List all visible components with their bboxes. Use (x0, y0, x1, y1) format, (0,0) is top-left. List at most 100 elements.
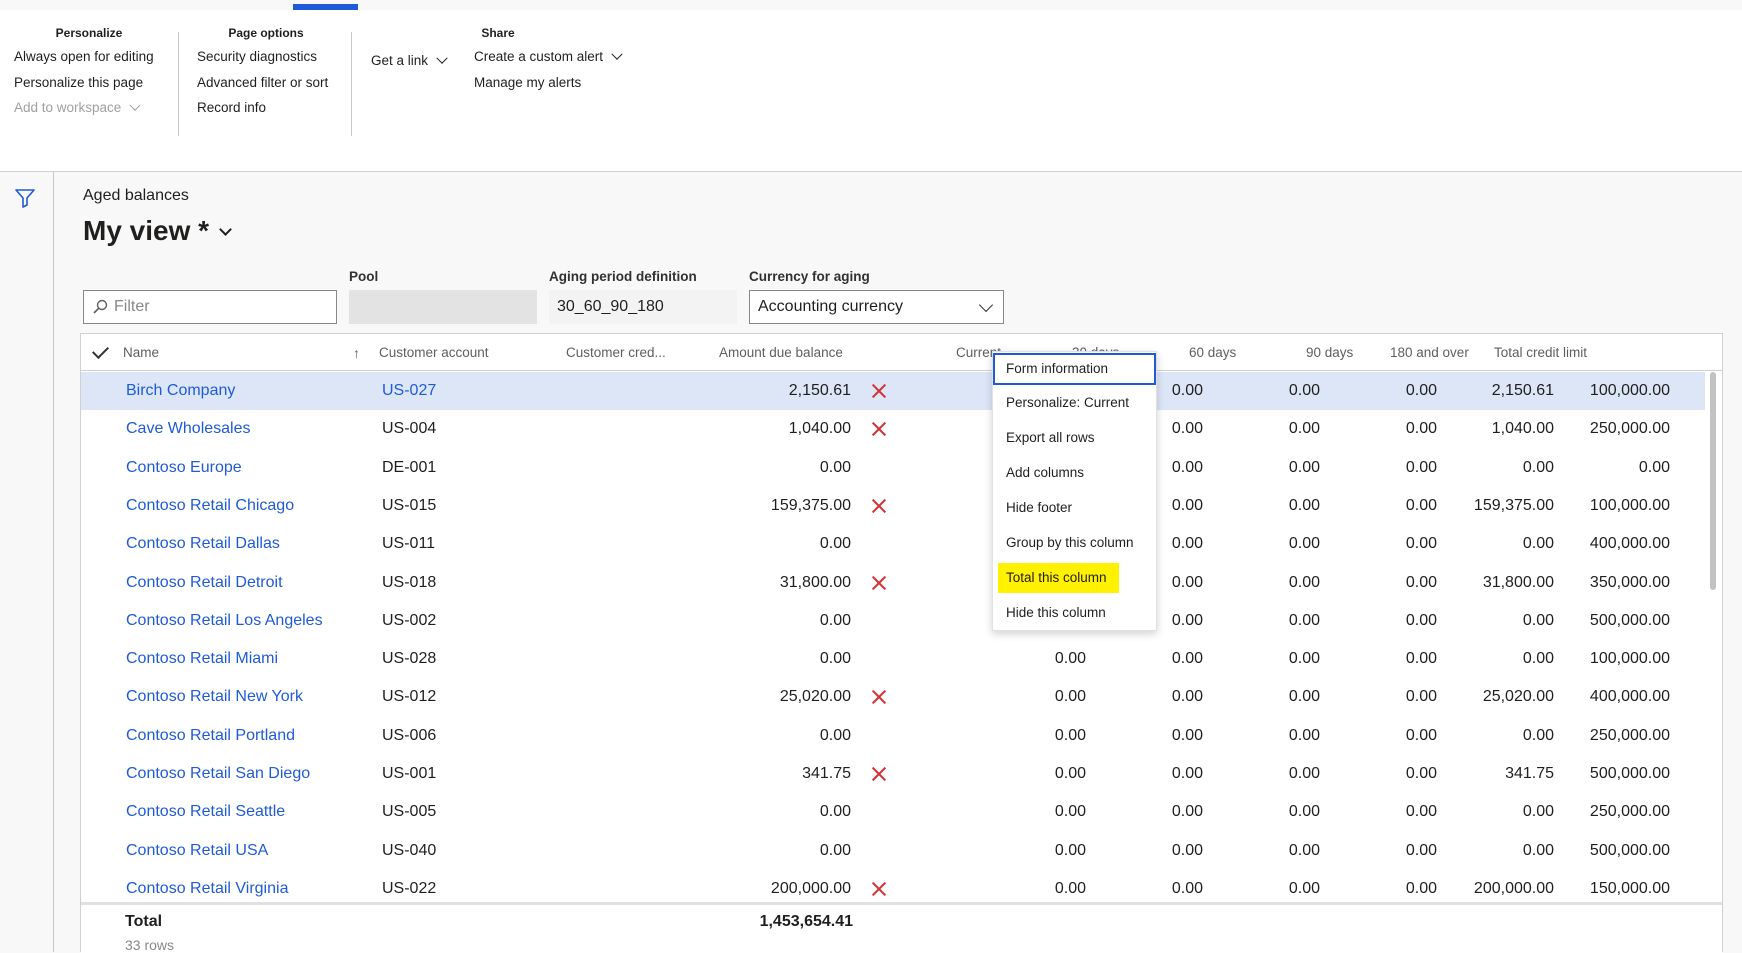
cell-customer-name[interactable]: Contoso Retail USA (126, 832, 268, 870)
advanced-filter-sort-button[interactable]: Advanced filter or sort (197, 70, 357, 96)
create-custom-alert-button[interactable]: Create a custom alert (474, 44, 623, 70)
cell-customer-account[interactable]: US-002 (382, 602, 436, 640)
quick-filter-field[interactable] (83, 290, 337, 324)
menu-item-group-by-column[interactable]: Group by this column (993, 527, 1156, 559)
cell-customer-account[interactable]: US-012 (382, 678, 436, 716)
scrollbar-thumb[interactable] (1710, 372, 1716, 590)
cell-customer-name[interactable]: Cave Wholesales (126, 410, 251, 448)
menu-label: Group by this column (1006, 535, 1134, 550)
search-icon (93, 299, 108, 314)
action-pane-ribbon: Personalize Always open for editing Pers… (0, 0, 1742, 172)
cell-customer-name[interactable]: Contoso Retail Los Angeles (126, 602, 323, 640)
menu-item-hide-footer[interactable]: Hide footer (993, 492, 1156, 524)
view-selector[interactable]: My view * (83, 215, 232, 247)
menu-label: Export all rows (1006, 430, 1095, 445)
cell-customer-account[interactable]: US-028 (382, 640, 436, 678)
cell-customer-account[interactable]: DE-001 (382, 449, 436, 487)
filter-input[interactable] (114, 298, 314, 316)
cell-customer-name[interactable]: Contoso Retail Dallas (126, 525, 280, 563)
cell-customer-name[interactable]: Contoso Retail San Diego (126, 755, 310, 793)
cell-60-days: 0.00 (1288, 382, 1320, 399)
cell-customer-name[interactable]: Contoso Retail Seattle (126, 793, 285, 831)
group-title-share: Share (481, 26, 515, 40)
ribbon-top-strip (0, 0, 1742, 10)
vertical-scrollbar[interactable] (1707, 372, 1719, 897)
table-row[interactable]: Cave Wholesales US-004 1,040.00 0.00 0.00 0.0… (81, 410, 1705, 448)
error-x-icon (871, 421, 887, 437)
cell-customer-name[interactable]: Contoso Retail Detroit (126, 564, 283, 602)
currency-for-aging-select[interactable]: Accounting currency (749, 290, 1004, 324)
menu-label: Personalize: Current (1006, 395, 1130, 410)
table-row[interactable]: Contoso Retail Detroit US-018 31,800.00 0.0… (81, 564, 1705, 602)
header-60-days[interactable]: 60 days (1189, 334, 1236, 371)
cell-total-credit-limit: 250,000.00 (1589, 803, 1670, 821)
table-row[interactable]: Contoso Retail Dallas US-011 0.00 0.00 0.00 0… (81, 525, 1705, 563)
header-customer-credit[interactable]: Customer cred... (566, 334, 666, 371)
cell-customer-account[interactable]: US-004 (382, 410, 436, 448)
manage-alerts-label: Manage my alerts (474, 74, 582, 90)
menu-item-export-all-rows[interactable]: Export all rows (993, 422, 1156, 454)
cell-total-credit-limit: 250,000.00 (1589, 420, 1670, 438)
table-row[interactable]: Contoso Retail Miami US-028 0.00 0.00 0.00 0.… (81, 640, 1705, 678)
personalize-page-label: Personalize this page (14, 74, 144, 90)
cell-60-days: 0.00 (1288, 496, 1320, 514)
table-row[interactable]: Contoso Retail Seattle US-005 0.00 0.00 0.00… (81, 793, 1705, 831)
select-all-checkmark-icon[interactable] (92, 342, 109, 359)
manage-my-alerts-button[interactable]: Manage my alerts (474, 70, 621, 96)
cell-30-days: 0.00 (1171, 650, 1203, 668)
always-open-for-editing-button[interactable]: Always open for editing (14, 44, 176, 70)
add-to-workspace-button[interactable]: Add to workspace (14, 95, 176, 121)
menu-item-add-columns[interactable]: Add columns (993, 457, 1156, 489)
header-amount-due-balance[interactable]: Amount due balance (719, 334, 843, 371)
cell-customer-name[interactable]: Contoso Retail Chicago (126, 487, 294, 525)
sort-ascending-icon: ↑ (353, 345, 360, 361)
cell-customer-account[interactable]: US-001 (382, 755, 436, 793)
pool-field[interactable] (349, 290, 537, 324)
cell-60-days: 0.00 (1288, 765, 1320, 782)
table-row[interactable]: Contoso Retail San Diego US-001 341.75 0.00… (81, 755, 1705, 793)
cell-customer-account[interactable]: US-011 (382, 525, 435, 563)
cell-customer-account[interactable]: US-040 (382, 832, 436, 870)
table-row[interactable]: Contoso Retail New York US-012 25,020.00 0.… (81, 678, 1705, 716)
record-info-button[interactable]: Record info (197, 95, 357, 121)
header-90-days[interactable]: 90 days (1306, 334, 1353, 371)
table-row[interactable]: Contoso Retail Chicago US-015 159,375.00 0.… (81, 487, 1705, 525)
header-180-and-over[interactable]: 180 and over (1390, 334, 1469, 371)
table-row[interactable]: Contoso Europe DE-001 0.00 0.00 0.00 0.00 0.00… (81, 449, 1705, 487)
cell-total-credit-limit: 500,000.00 (1589, 765, 1670, 782)
menu-item-total-this-column[interactable]: Total this column (993, 562, 1156, 594)
cell-total-credit-limit: 400,000.00 (1589, 535, 1670, 553)
table-row[interactable]: Contoso Retail Portland US-006 0.00 0.00 0.0… (81, 717, 1705, 755)
cell-customer-account[interactable]: US-027 (382, 372, 436, 410)
cell-customer-name[interactable]: Contoso Europe (126, 449, 242, 487)
header-total-credit-limit[interactable]: Total credit limit (1494, 334, 1587, 371)
cell-customer-name[interactable]: Contoso Retail Miami (126, 640, 278, 678)
menu-item-hide-this-column[interactable]: Hide this column (993, 597, 1156, 629)
header-customer-account[interactable]: Customer account (379, 334, 489, 371)
header-name[interactable]: Name (123, 334, 159, 371)
cell-60-days: 0.00 (1288, 573, 1320, 591)
advanced-filter-label: Advanced filter or sort (197, 74, 329, 90)
cell-customer-account[interactable]: US-015 (382, 487, 436, 525)
cell-customer-name[interactable]: Contoso Retail New York (126, 678, 303, 716)
table-row[interactable]: Contoso Retail USA US-040 0.00 0.00 0.00 0.00… (81, 832, 1705, 870)
security-diagnostics-button[interactable]: Security diagnostics (197, 44, 357, 70)
aging-period-label: Aging period definition (549, 269, 697, 284)
get-a-link-button[interactable]: Get a link (371, 48, 448, 74)
aged-balances-grid: Name ↑ Customer account Customer cred...… (80, 333, 1723, 953)
cell-customer-name[interactable]: Birch Company (126, 372, 235, 410)
menu-item-form-information[interactable]: Form information (993, 353, 1156, 385)
table-row[interactable]: Birch CompanyUS-0272,150.610.000.000.000… (81, 372, 1705, 411)
menu-item-personalize-current[interactable]: Personalize: Current (993, 387, 1156, 419)
aging-period-field[interactable]: 30_60_90_180 (549, 290, 737, 324)
personalize-this-page-button[interactable]: Personalize this page (14, 70, 176, 96)
filter-pane-icon[interactable] (14, 188, 36, 208)
cell-30-days: 0.00 (1171, 803, 1203, 821)
cell-customer-account[interactable]: US-005 (382, 793, 436, 831)
table-row[interactable]: Contoso Retail Los Angeles US-002 0.00 0.00… (81, 602, 1705, 640)
cell-customer-account[interactable]: US-006 (382, 717, 436, 755)
cell-customer-account[interactable]: US-018 (382, 564, 436, 602)
cell-customer-name[interactable]: Contoso Retail Portland (126, 717, 295, 755)
cell-amount-due: 0.00 (819, 458, 851, 476)
menu-label: Add columns (1006, 465, 1085, 480)
